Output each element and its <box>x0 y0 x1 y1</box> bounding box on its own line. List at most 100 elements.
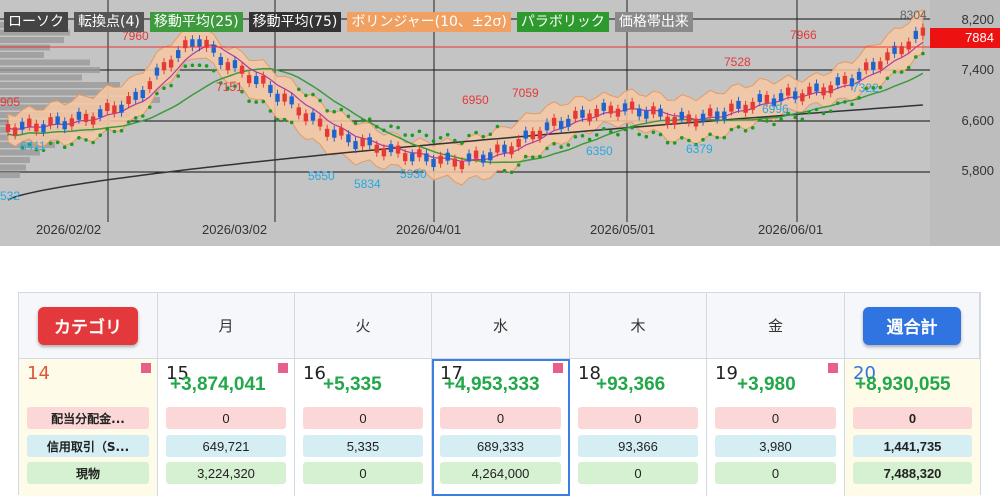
stock-chart[interactable]: 7960 7151 6950 7059 7528 7966 905 6411 5650 5834 5… <box>0 0 1000 246</box>
candle-body <box>19 121 25 130</box>
sar-dot <box>765 119 769 123</box>
y-tick-label: 6,600 <box>961 113 994 128</box>
candle-body <box>707 108 713 117</box>
turning-point-high-label: 7059 <box>512 86 539 100</box>
sar-dot <box>261 99 266 104</box>
day-cell-wednesday[interactable]: 17 +4,953,333 0 689,333 4,264,000 <box>432 359 570 496</box>
candle-body <box>83 113 89 122</box>
day-number: 19 <box>715 363 738 384</box>
legend-item[interactable]: 価格帯出来 <box>614 12 693 32</box>
sar-dot <box>814 107 819 112</box>
sar-dot <box>772 122 776 127</box>
sar-dot <box>48 141 53 145</box>
candle-body <box>871 61 876 70</box>
candle-body <box>147 81 153 90</box>
weekly-total-button[interactable]: 週合計 <box>863 306 961 345</box>
header-monday: 月 <box>158 293 295 359</box>
y-tick-label: 8,200 <box>961 12 994 27</box>
sar-dot <box>680 136 684 140</box>
weekly-pnl-table: カテゴリ 月 火 水 木 金 週合計 14 配当分配金... 信用取引（S...… <box>18 292 981 496</box>
memo-flag-icon[interactable] <box>141 363 151 373</box>
sar-dot <box>55 140 60 145</box>
candle-body <box>76 111 82 120</box>
candle-body <box>275 93 280 102</box>
day-cell-tuesday[interactable]: 16 +5,335 0 5,335 0 <box>295 359 432 496</box>
dividend-value: 0 <box>715 407 836 429</box>
header-tuesday: 火 <box>295 293 432 359</box>
candle-body <box>495 144 500 153</box>
indicator-legend: ローソク 転換点(4) 移動平均(25) 移動平均(75) ボリンジャー(10、±2σ)… <box>4 12 693 32</box>
sar-dot <box>623 127 627 132</box>
legend-item[interactable]: ローソク <box>4 12 68 32</box>
legend-item[interactable]: ボリンジャー(10、±2σ) <box>347 12 511 32</box>
candle-body <box>410 153 415 162</box>
sar-dot <box>304 93 308 98</box>
candle-body <box>367 137 372 146</box>
sar-dot <box>580 134 585 138</box>
day-total: +3,980 <box>737 374 796 395</box>
sar-dot <box>126 120 131 124</box>
candle-body <box>239 65 245 74</box>
candle-body <box>381 148 387 157</box>
legend-item[interactable]: 転換点(4) <box>74 12 144 32</box>
sar-dot <box>609 129 613 134</box>
volume-profile-bar <box>0 157 30 163</box>
sar-dot <box>715 135 719 140</box>
candle-body <box>402 153 408 162</box>
period-high-label: 8304 <box>900 8 927 22</box>
candle-body <box>353 141 358 150</box>
legend-item[interactable]: 移動平均(75) <box>248 12 342 32</box>
candle-body <box>594 108 599 117</box>
turning-point-low-label: 6379 <box>686 142 713 156</box>
candle-body <box>246 75 252 84</box>
candle-body <box>232 60 238 69</box>
sar-dot <box>750 126 755 130</box>
category-dividend: 配当分配金... <box>27 407 149 429</box>
legend-item[interactable]: 移動平均(25) <box>149 12 243 32</box>
sar-dot <box>509 170 514 175</box>
sar-dot <box>630 125 634 130</box>
sar-dot <box>906 65 911 70</box>
sar-dot <box>431 139 436 143</box>
legend-item[interactable]: パラボリック <box>516 12 609 32</box>
candle-body <box>509 146 514 155</box>
sar-dot <box>779 117 783 121</box>
category-cell[interactable]: 14 配当分配金... 信用取引（S... 現物 <box>19 359 158 496</box>
memo-flag-icon[interactable] <box>278 363 288 373</box>
category-margin: 信用取引（S... <box>27 435 149 457</box>
candle-body <box>537 130 543 139</box>
candle-body <box>62 121 67 130</box>
sar-dot <box>821 111 826 116</box>
cash-value: 0 <box>715 462 836 484</box>
sar-dot <box>587 137 592 142</box>
sar-dot <box>637 132 641 137</box>
sar-dot <box>254 100 258 104</box>
weekly-total: +8,930,055 <box>855 374 951 395</box>
sar-dot <box>119 128 124 133</box>
turning-point-low-label: 6996 <box>762 102 789 116</box>
turning-point-low-label: 7322 <box>852 81 879 95</box>
sar-dot <box>169 83 173 88</box>
sar-dot <box>396 125 400 130</box>
day-cell-friday[interactable]: 19 +3,980 0 3,980 0 <box>707 359 845 496</box>
candle-body <box>551 117 557 126</box>
candle-body <box>906 41 911 50</box>
sar-dot <box>410 133 415 138</box>
day-cell-monday[interactable]: 15 +3,874,041 0 649,721 3,224,320 <box>158 359 295 496</box>
category-button[interactable]: カテゴリ <box>38 306 138 345</box>
day-cell-thursday[interactable]: 18 +93,366 0 93,366 0 <box>570 359 707 496</box>
memo-flag-icon[interactable] <box>828 363 838 373</box>
sar-dot <box>545 146 549 151</box>
sar-dot <box>616 132 620 137</box>
sar-dot <box>701 137 705 142</box>
candle-body <box>637 108 642 117</box>
memo-flag-icon[interactable] <box>553 363 563 373</box>
candle-body <box>644 110 649 119</box>
candle-body <box>700 113 706 122</box>
volume-profile-bar <box>0 37 64 43</box>
candle-body <box>310 112 316 121</box>
sar-dot <box>367 117 372 121</box>
weekly-total-cell[interactable]: 20 +8,930,055 0 1,441,735 7,488,320 <box>845 359 980 496</box>
header-category: カテゴリ <box>19 293 158 359</box>
chart-canvas[interactable]: 796071516950 7059752879669056411565058345… <box>0 0 1000 246</box>
